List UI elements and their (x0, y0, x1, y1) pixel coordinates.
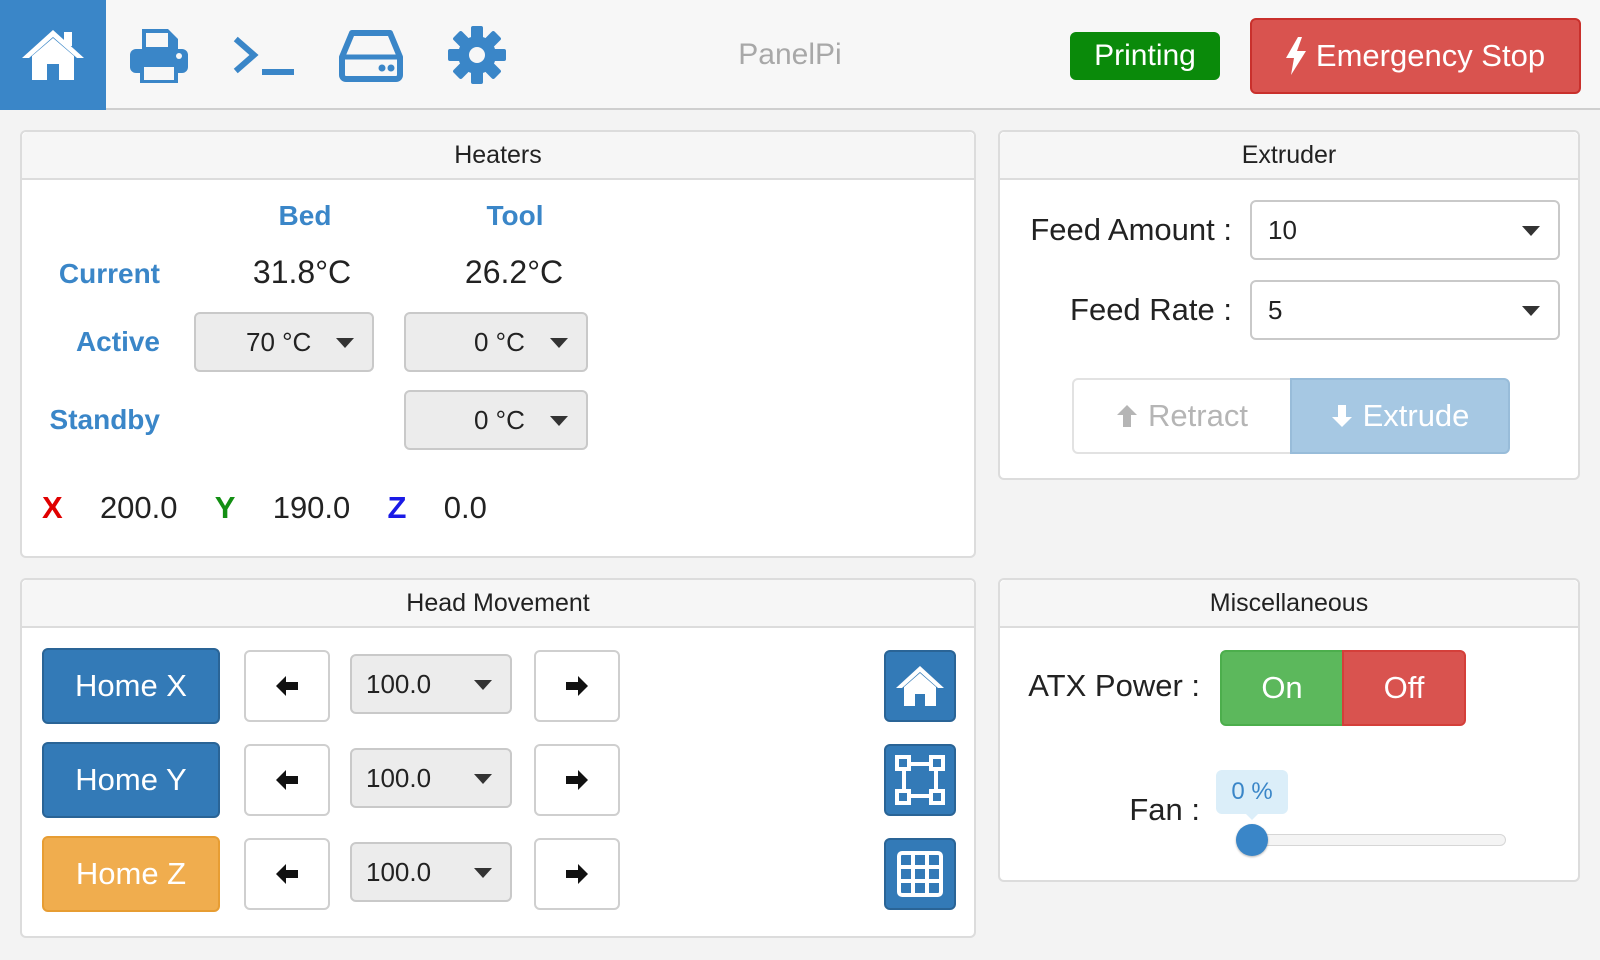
feed-rate-select[interactable]: 5 (1250, 280, 1560, 340)
tooltip-arrow (1244, 812, 1260, 820)
move-y-right-button[interactable] (534, 744, 620, 816)
arrow-right-icon (566, 770, 588, 790)
chevron-down-icon (550, 338, 568, 348)
tool-active-temp-value: 0 °C (474, 326, 525, 357)
chevron-down-icon (550, 416, 568, 426)
extrude-button[interactable]: Extrude (1290, 378, 1510, 454)
tool-current-temp: 26.2°C (464, 254, 564, 290)
z-axis-label: Z (387, 490, 407, 525)
terminal-icon (233, 36, 294, 75)
y-axis-label: Y (214, 490, 236, 525)
x-position-value: 200.0 (99, 490, 178, 525)
emergency-stop-label: Emergency Stop (1315, 38, 1546, 73)
home-z-button[interactable]: Home Z (42, 836, 220, 912)
z-step-value: 100.0 (366, 856, 432, 887)
bounding-box-icon (895, 755, 945, 805)
tool-active-temp-select[interactable]: 0 °C (404, 312, 588, 372)
standby-row-label: Standby (49, 404, 160, 435)
bed-active-temp-select[interactable]: 70 °C (194, 312, 374, 372)
y-step-select[interactable]: 100.0 (350, 748, 512, 808)
y-step-value: 100.0 (366, 762, 432, 793)
atx-power-label: ATX Power : (1028, 668, 1200, 703)
gear-icon (448, 26, 506, 84)
retract-label: Retract (1148, 398, 1248, 433)
heaters-panel-title: Heaters (22, 132, 974, 180)
heaters-panel: Heaters Bed Tool Current 31.8°C 26.2°C A… (20, 130, 976, 558)
chevron-down-icon (474, 680, 492, 690)
feed-rate-value: 5 (1268, 294, 1283, 325)
tool-column-header: Tool (486, 200, 544, 231)
arrow-right-icon (566, 676, 588, 696)
chevron-down-icon (1522, 226, 1540, 236)
z-step-select[interactable]: 100.0 (350, 842, 512, 902)
feed-amount-select[interactable]: 10 (1250, 200, 1560, 260)
printer-icon (130, 29, 188, 83)
active-row-label: Active (75, 326, 160, 357)
atx-power-off-button[interactable]: Off (1342, 650, 1466, 726)
miscellaneous-panel: Miscellaneous ATX Power : On Off Fan : 0… (998, 578, 1580, 882)
x-axis-label: X (42, 490, 63, 525)
extruder-panel: Extruder Feed Amount : 10 Feed Rate : 5 … (998, 130, 1580, 480)
arrow-down-icon (1331, 405, 1352, 427)
head-movement-panel: Head Movement Home X 100.0 Home Y 100.0 (20, 578, 976, 938)
top-bar: PanelPi Printing Emergency Stop (0, 0, 1600, 110)
arrow-right-icon (566, 864, 588, 884)
move-z-right-button[interactable] (534, 838, 620, 910)
fan-slider-thumb[interactable] (1236, 824, 1268, 856)
tool-standby-temp-select[interactable]: 0 °C (404, 390, 588, 450)
bed-bounds-button[interactable] (884, 744, 956, 816)
extrude-label: Extrude (1362, 398, 1470, 433)
retract-button[interactable]: Retract (1072, 378, 1292, 454)
position-readout: X 200.0 Y 190.0 Z 0.0 (42, 490, 487, 526)
home-all-button[interactable] (884, 650, 956, 722)
bed-grid-button[interactable] (884, 838, 956, 910)
feed-amount-value: 10 (1268, 214, 1297, 245)
move-y-left-button[interactable] (244, 744, 330, 816)
miscellaneous-panel-title: Miscellaneous (1000, 580, 1578, 628)
emergency-stop-button[interactable]: Emergency Stop (1250, 18, 1581, 94)
nav-home-button[interactable] (0, 0, 106, 110)
hard-drive-icon (339, 30, 403, 82)
bed-active-temp-value: 70 °C (246, 326, 312, 357)
fan-label: Fan : (1129, 792, 1200, 827)
arrow-up-icon (1117, 405, 1138, 427)
arrow-left-icon (276, 864, 298, 884)
bed-current-temp: 31.8°C (252, 254, 352, 290)
grid-icon (897, 851, 943, 897)
chevron-down-icon (474, 774, 492, 784)
arrow-left-icon (276, 676, 298, 696)
tool-standby-temp-value: 0 °C (474, 404, 525, 435)
bed-column-header: Bed (278, 200, 332, 231)
home-icon (896, 666, 944, 706)
nav-print-button[interactable] (106, 0, 212, 110)
nav-settings-button[interactable] (424, 0, 530, 110)
nav-console-button[interactable] (212, 0, 318, 110)
x-step-value: 100.0 (366, 668, 432, 699)
arrow-left-icon (276, 770, 298, 790)
atx-power-on-button[interactable]: On (1220, 650, 1344, 726)
current-row-label: Current (58, 258, 160, 289)
z-position-value: 0.0 (443, 490, 487, 525)
chevron-down-icon (474, 868, 492, 878)
feed-amount-label: Feed Amount : (1030, 212, 1232, 247)
extruder-panel-title: Extruder (1000, 132, 1578, 180)
x-step-select[interactable]: 100.0 (350, 654, 512, 714)
move-x-right-button[interactable] (534, 650, 620, 722)
chevron-down-icon (336, 338, 354, 348)
home-icon (22, 30, 84, 80)
move-z-left-button[interactable] (244, 838, 330, 910)
fan-slider-track[interactable] (1236, 834, 1506, 846)
home-y-button[interactable]: Home Y (42, 742, 220, 818)
lightning-icon (1285, 37, 1306, 75)
printer-status-badge: Printing (1070, 32, 1220, 80)
home-x-button[interactable]: Home X (42, 648, 220, 724)
head-movement-panel-title: Head Movement (22, 580, 974, 628)
fan-value-tooltip: 0 % (1216, 770, 1288, 814)
y-position-value: 190.0 (272, 490, 351, 525)
app-brand: PanelPi (738, 38, 842, 71)
move-x-left-button[interactable] (244, 650, 330, 722)
chevron-down-icon (1522, 306, 1540, 316)
nav-storage-button[interactable] (318, 0, 424, 110)
feed-rate-label: Feed Rate : (1070, 292, 1232, 327)
